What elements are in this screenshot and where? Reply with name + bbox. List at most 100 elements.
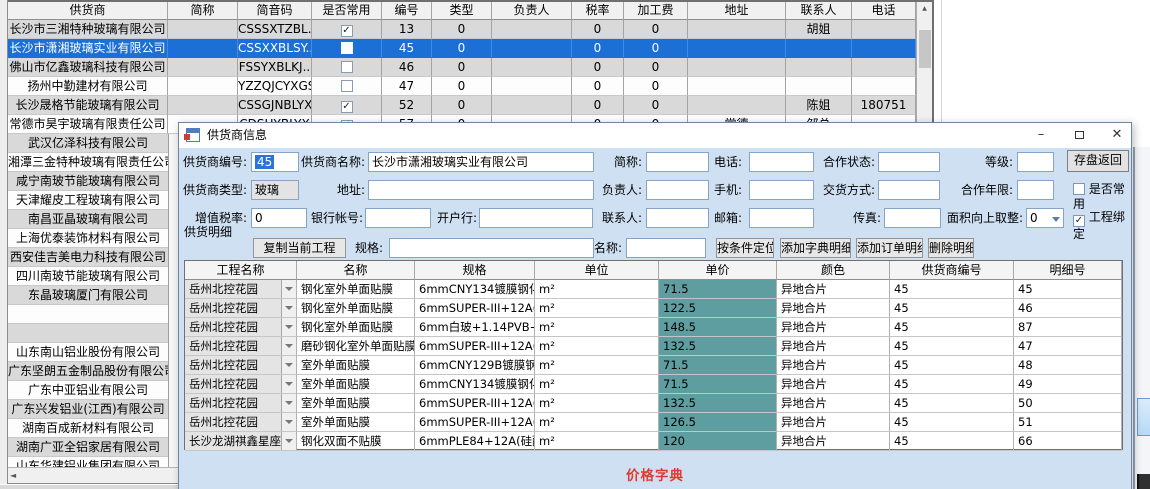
detail-cell[interactable]: m² [535, 394, 659, 413]
chevron-down-icon[interactable] [281, 432, 296, 450]
detail-row[interactable]: 长沙龙湖祺鑫星座钢化双面不贴膜6mmPLE84+12A(硅酮胶...m²120异… [185, 432, 1122, 451]
supplier-list-item[interactable]: 山东南山铝业股份有限公司 [8, 343, 168, 362]
supplier-list-item[interactable]: 湖南广亚全铝家居有限公司 [8, 438, 168, 457]
grid-column-header[interactable]: 明细号 [1014, 261, 1122, 280]
chevron-down-icon[interactable] [281, 318, 296, 336]
detail-cell[interactable]: 122.5 [659, 299, 777, 318]
detail-row[interactable]: 岳州北控花园钢化室外单面贴膜6mm白玻+1.14PVB+6mm...m²148.… [185, 318, 1122, 337]
grid-column-header[interactable]: 名称 [297, 261, 415, 280]
supplier-list-item[interactable]: 广东中亚铝业有限公司 [8, 381, 168, 400]
detail-cell[interactable]: m² [535, 432, 659, 451]
maximize-button[interactable] [1064, 123, 1094, 148]
detail-cell[interactable]: 室外单面贴膜 [297, 413, 415, 432]
chevron-down-icon[interactable] [281, 413, 296, 431]
detail-cell[interactable]: 6mmSUPER-III+12A(硅... [415, 394, 535, 413]
detail-cell[interactable]: 6mmPLE84+12A(硅酮胶... [415, 432, 535, 451]
column-header[interactable]: 税率 [572, 2, 624, 20]
detail-cell[interactable]: 48 [1014, 356, 1122, 375]
supplier-list-item[interactable]: 南昌亚晶玻璃有限公司 [8, 210, 168, 229]
column-header[interactable]: 编号 [382, 2, 432, 20]
supplier-table-vscrollbar[interactable]: ▲ [916, 2, 932, 122]
vat-field[interactable]: 0 [251, 208, 307, 228]
detail-cell[interactable]: 异地合片 [777, 280, 890, 299]
delivery-field[interactable] [878, 180, 940, 200]
column-header[interactable]: 联系人 [786, 2, 852, 20]
detail-cell[interactable]: 6mmCNY129B镀膜钢化 [415, 356, 535, 375]
delete-detail-button[interactable]: 删除明细 [928, 238, 974, 258]
detail-cell[interactable]: 45 [890, 413, 1014, 432]
column-header[interactable]: 供货商 [8, 2, 168, 20]
chevron-down-icon[interactable] [281, 337, 296, 355]
supplier-list-item[interactable]: 西安佳吉美电力科技有限公司 [8, 248, 168, 267]
coop_status-field[interactable] [878, 152, 940, 172]
minimize-button[interactable]: – [1026, 123, 1056, 148]
detail-cell[interactable]: 磨砂钢化室外单面贴膜 [297, 337, 415, 356]
detail-cell[interactable]: 岳州北控花园 [185, 299, 297, 318]
chevron-down-icon[interactable] [1052, 217, 1060, 222]
detail-cell[interactable]: 120 [659, 432, 777, 451]
detail-row[interactable]: 岳州北控花园钢化室外单面贴膜6mmSUPER-III+12A(硅...m²122… [185, 299, 1122, 318]
detail-cell[interactable]: 6mmSUPER-III+12A(硅... [415, 413, 535, 432]
detail-cell[interactable]: 45 [1014, 280, 1122, 299]
supplier-list-item[interactable] [8, 305, 168, 324]
supplier-list-item[interactable] [8, 324, 168, 343]
supplier_name-field[interactable]: 长沙市潇湘玻璃实业有限公司 [368, 152, 594, 172]
email-field[interactable] [749, 208, 814, 228]
detail-cell[interactable]: 148.5 [659, 318, 777, 337]
detail-row[interactable]: 岳州北控花园室外单面贴膜6mmSUPER-III+12A(硅...m²132.5… [185, 394, 1122, 413]
scroll-up-icon[interactable]: ▲ [917, 2, 932, 16]
supplier-list-item[interactable]: 上海优泰装饰材料有限公司 [8, 229, 168, 248]
supplier-row[interactable]: 长沙市三湘特种玻璃有限公司CSSSXTZBL..✓13000胡姐 [8, 20, 916, 39]
checkbox-icon[interactable] [1073, 183, 1085, 195]
detail-cell[interactable]: 异地合片 [777, 432, 890, 451]
detail-row[interactable]: 岳州北控花园室外单面贴膜6mmCNY129B镀膜钢化m²71.5异地合片4548 [185, 356, 1122, 375]
detail-cell[interactable]: 岳州北控花园 [185, 280, 297, 299]
detail-cell[interactable]: 室外单面贴膜 [297, 394, 415, 413]
detail-cell[interactable]: 45 [890, 299, 1014, 318]
supplier-list-item[interactable]: 湘潭三金特种玻璃有限责任公司 [8, 153, 168, 172]
coop_years-field[interactable] [1017, 180, 1054, 200]
detail-cell[interactable]: 异地合片 [777, 356, 890, 375]
detail-cell[interactable]: 6mmCNY134镀膜钢化 [415, 280, 535, 299]
column-header[interactable]: 简音码 [238, 2, 312, 20]
chevron-down-icon[interactable] [281, 356, 296, 374]
detail-cell[interactable]: 6mmSUPER-III+12A(硅... [415, 299, 535, 318]
detail-cell[interactable]: 岳州北控花园 [185, 375, 297, 394]
bank_account-field[interactable] [365, 208, 431, 228]
column-header[interactable]: 电话 [852, 2, 916, 20]
detail-cell[interactable]: 66 [1014, 432, 1122, 451]
detail-cell[interactable]: m² [535, 413, 659, 432]
detail-cell[interactable]: 71.5 [659, 280, 777, 299]
detail-cell[interactable]: 异地合片 [777, 375, 890, 394]
detail-row[interactable]: 岳州北控花园室外单面贴膜6mmSUPER-III+12A(硅...m²126.5… [185, 413, 1122, 432]
supplier_type-field[interactable]: 玻璃 [251, 180, 299, 200]
detail-cell[interactable]: 50 [1014, 394, 1122, 413]
detail-cell[interactable]: m² [535, 337, 659, 356]
detail-cell[interactable]: 6mmCNY134镀膜钢化 [415, 375, 535, 394]
scrollbar-thumb[interactable] [919, 30, 931, 68]
detail-cell[interactable]: 岳州北控花园 [185, 356, 297, 375]
detail-cell[interactable]: 异地合片 [777, 337, 890, 356]
column-header[interactable]: 地址 [688, 2, 786, 20]
detail-cell[interactable]: 47 [1014, 337, 1122, 356]
detail-cell[interactable]: m² [535, 356, 659, 375]
detail-row[interactable]: 岳州北控花园钢化室外单面贴膜6mmCNY134镀膜钢化m²71.5异地合片454… [185, 280, 1122, 299]
supplier-list-hscrollbar[interactable]: ◄ [8, 467, 178, 483]
common-use-checkbox[interactable] [341, 80, 353, 92]
detail-cell[interactable]: 异地合片 [777, 299, 890, 318]
grid-column-header[interactable]: 供货商编号 [890, 261, 1014, 280]
supplier-list-item[interactable]: 湖南百成新材料有限公司 [8, 419, 168, 438]
supplier-row[interactable]: 扬州中勤建材有限公司YZZQJCYXGS47000 [8, 77, 916, 96]
add-dictionary-detail-button[interactable]: 添加字典明细 [780, 238, 851, 258]
detail-cell[interactable]: 岳州北控花园 [185, 337, 297, 356]
name-filter-input[interactable] [626, 238, 706, 258]
detail-cell[interactable]: 钢化双面不贴膜 [297, 432, 415, 451]
detail-cell[interactable]: 钢化室外单面贴膜 [297, 299, 415, 318]
column-header[interactable]: 类型 [432, 2, 492, 20]
detail-cell[interactable]: 45 [890, 432, 1014, 451]
detail-cell[interactable]: 71.5 [659, 356, 777, 375]
detail-cell[interactable]: 岳州北控花园 [185, 318, 297, 337]
add-order-detail-button[interactable]: 添加订单明细 [856, 238, 923, 258]
common-use-checkbox[interactable] [341, 42, 353, 54]
bank-field[interactable] [479, 208, 593, 228]
